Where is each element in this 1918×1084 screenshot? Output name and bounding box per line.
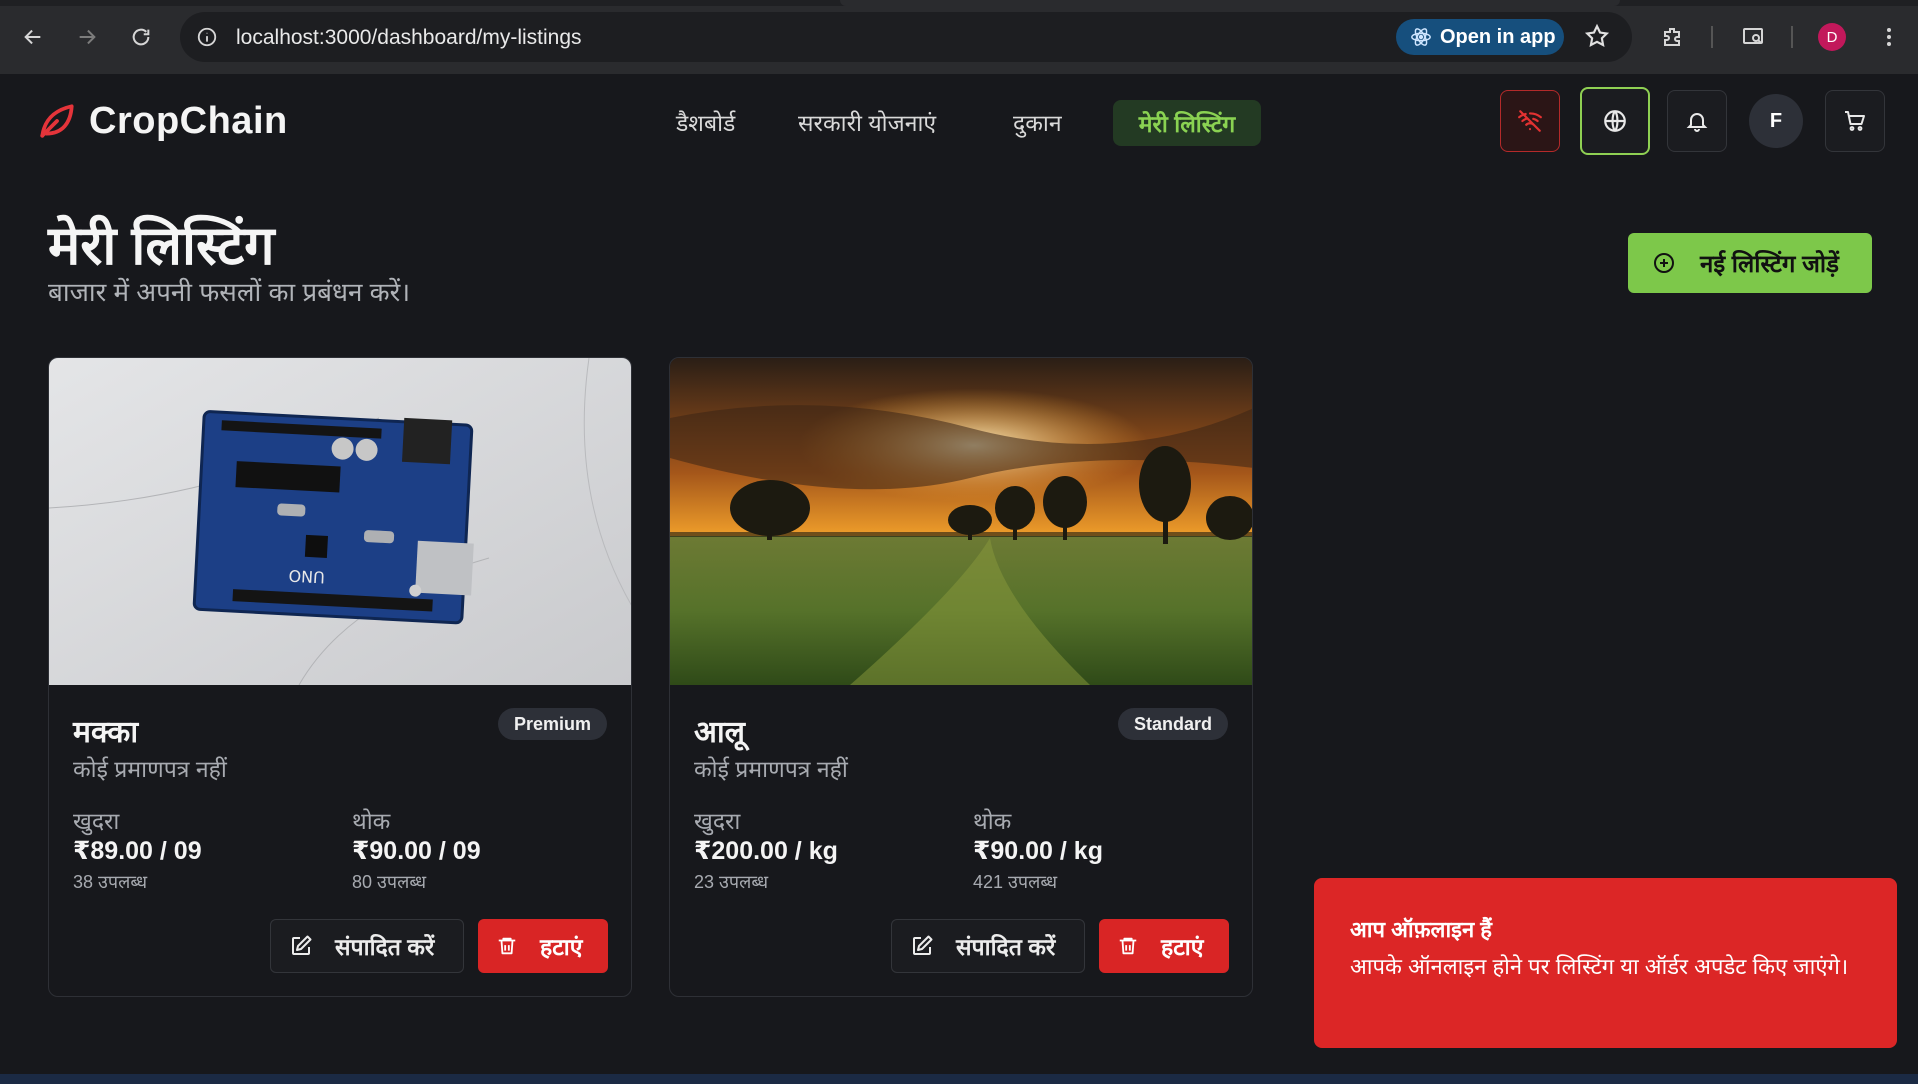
edit-icon: [913, 935, 933, 955]
bookmark-star-icon[interactable]: [1584, 23, 1612, 51]
site-info-icon[interactable]: [194, 24, 220, 50]
notifications-button[interactable]: [1667, 90, 1727, 152]
page-title: मेरी लिस्टिंग: [48, 216, 275, 276]
browser-profile-avatar[interactable]: D: [1818, 23, 1846, 51]
retail-label: खुदरा: [73, 808, 120, 834]
listing-card: UNO मक्का Premium कोई प्रमाणपत्र नहीं खु…: [48, 357, 632, 997]
edit-icon: [292, 935, 312, 955]
offline-toast[interactable]: आप ऑफ़लाइन हैं आपके ऑनलाइन होने पर लिस्ट…: [1314, 878, 1897, 1048]
globe-icon: [1604, 110, 1626, 132]
delete-label: हटाएं: [1161, 934, 1204, 960]
wholesale-label: थोक: [973, 808, 1012, 834]
browser-chrome: localhost:3000/dashboard/my-listings Ope…: [0, 0, 1918, 74]
nav-my-listings[interactable]: मेरी लिस्टिंग: [1113, 100, 1261, 146]
svg-text:UNO: UNO: [288, 566, 325, 587]
bell-icon: [1686, 113, 1708, 132]
wholesale-availability: 80 उपलब्ध: [352, 872, 427, 892]
nav-shop[interactable]: दुकान: [1013, 106, 1062, 138]
listing-photo: UNO: [49, 358, 631, 685]
edit-listing-button[interactable]: संपादित करें: [270, 919, 464, 973]
url-text[interactable]: localhost:3000/dashboard/my-listings: [236, 26, 582, 50]
retail-availability: 38 उपलब्ध: [73, 872, 148, 892]
nav-government-schemes[interactable]: सरकारी योजनाएं: [798, 106, 936, 138]
delete-listing-button[interactable]: हटाएं: [1099, 919, 1229, 973]
retail-availability: 23 उपलब्ध: [694, 872, 769, 892]
trash-icon: [1119, 937, 1137, 955]
listing-crop-name: आलू: [694, 716, 745, 749]
retail-price: ₹200.00 / kg: [694, 837, 838, 865]
nav-dashboard[interactable]: डैशबोर्ड: [676, 106, 735, 138]
listing-card: आलू Standard कोई प्रमाणपत्र नहीं खुदरा ₹…: [669, 357, 1253, 997]
retail-price: ₹89.00 / 09: [73, 837, 202, 865]
delete-label: हटाएं: [540, 934, 583, 960]
certificate-status: कोई प्रमाणपत्र नहीं: [694, 756, 848, 782]
edit-label: संपादित करें: [956, 934, 1056, 960]
tab-strip: [0, 0, 1918, 6]
add-listing-label: नई लिस्टिंग जोड़ें: [1700, 250, 1839, 278]
wholesale-price: ₹90.00 / 09: [352, 837, 481, 865]
quality-badge: Standard: [1117, 708, 1228, 740]
browser-menu-icon[interactable]: [1874, 22, 1904, 52]
offline-status-button[interactable]: [1500, 90, 1560, 152]
address-bar[interactable]: localhost:3000/dashboard/my-listings Ope…: [180, 12, 1632, 62]
plus-circle-icon: [1654, 253, 1674, 273]
wholesale-price: ₹90.00 / kg: [973, 837, 1103, 865]
reload-icon[interactable]: [126, 22, 156, 52]
toast-title: आप ऑफ़लाइन हैं: [1350, 917, 1492, 942]
open-in-app-button[interactable]: Open in app: [1396, 19, 1564, 55]
extensions-icon[interactable]: [1658, 22, 1688, 52]
toolbar-divider: [1711, 26, 1713, 48]
retail-label: खुदरा: [694, 808, 741, 834]
listing-crop-name: मक्का: [73, 716, 139, 749]
add-listing-button[interactable]: नई लिस्टिंग जोड़ें: [1628, 233, 1872, 293]
certificate-status: कोई प्रमाणपत्र नहीं: [73, 756, 227, 782]
app-icon: [1411, 28, 1431, 46]
brand-logo[interactable]: CropChain: [89, 100, 288, 143]
open-in-app-label: Open in app: [1440, 25, 1556, 48]
language-button[interactable]: [1580, 87, 1650, 155]
edit-label: संपादित करें: [335, 934, 435, 960]
forward-icon[interactable]: [72, 22, 102, 52]
toast-message: आपके ऑनलाइन होने पर लिस्टिंग या ऑर्डर अप…: [1350, 954, 1849, 979]
cart-button[interactable]: [1825, 90, 1885, 152]
page-subtitle: बाजार में अपनी फसलों का प्रबंधन करें।: [48, 277, 411, 307]
user-avatar[interactable]: F: [1749, 94, 1803, 148]
app-header: CropChain डैशबोर्ड सरकारी योजनाएं दुकान …: [0, 74, 1918, 170]
wholesale-label: थोक: [352, 808, 391, 834]
listing-photo: [670, 358, 1252, 685]
cart-icon: [1845, 111, 1865, 131]
edit-listing-button[interactable]: संपादित करें: [891, 919, 1085, 973]
cast-search-icon[interactable]: [1738, 22, 1768, 52]
wholesale-availability: 421 उपलब्ध: [973, 872, 1058, 892]
taskbar-edge: [0, 1074, 1918, 1084]
delete-listing-button[interactable]: हटाएं: [478, 919, 608, 973]
toolbar-divider: [1791, 26, 1793, 48]
leaf-logo-icon: [40, 104, 74, 138]
trash-icon: [498, 937, 516, 955]
quality-badge: Premium: [497, 708, 607, 740]
back-icon[interactable]: [18, 22, 48, 52]
wifi-off-icon: [1518, 110, 1542, 132]
